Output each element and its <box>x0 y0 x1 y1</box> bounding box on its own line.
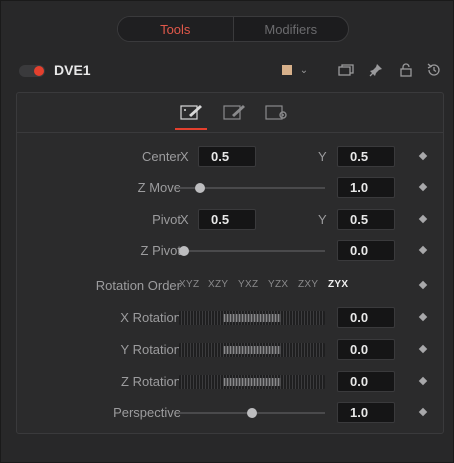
z-move-field[interactable]: 1.0 <box>337 177 395 198</box>
x-rotation-label: X Rotation <box>120 310 181 325</box>
z-rotation-field[interactable]: 0.0 <box>337 371 395 392</box>
center-label: Center <box>141 149 181 164</box>
keyframe-button[interactable] <box>418 182 428 192</box>
z-rotation-row: Z Rotation 0.0 <box>17 371 443 393</box>
pivot-row: Pivot X 0.5 Y 0.5 <box>17 209 443 231</box>
tool-name: DVE1 <box>54 62 91 78</box>
x-rotation-field[interactable]: 0.0 <box>337 307 395 328</box>
tool-enable-toggle[interactable] <box>19 65 45 77</box>
rotation-order-yzx[interactable]: YZX <box>268 279 288 290</box>
keyframe-button[interactable] <box>418 312 428 322</box>
version-icon[interactable] <box>337 60 355 80</box>
reset-icon[interactable] <box>425 60 443 80</box>
center-y-axis: Y <box>318 149 327 164</box>
perspective-field[interactable]: 1.0 <box>337 402 395 423</box>
subtab-bar <box>17 93 443 133</box>
keyframe-button[interactable] <box>418 407 428 417</box>
rotation-order-zyx[interactable]: ZYX <box>328 279 348 290</box>
mode-tabs: Tools Modifiers <box>117 16 349 42</box>
rotation-order-xzy[interactable]: XZY <box>208 279 228 290</box>
controls-panel: Center X 0.5 Y 0.5 Z Move 1.0 Pivot X 0.… <box>16 92 444 434</box>
keyframe-button[interactable] <box>418 214 428 224</box>
settings-tab-icon[interactable] <box>264 101 290 123</box>
lock-icon[interactable] <box>397 60 415 80</box>
center-row: Center X 0.5 Y 0.5 <box>17 146 443 168</box>
controls-tab-icon[interactable] <box>179 101 205 123</box>
active-subtab-indicator <box>175 128 207 130</box>
rotation-order-row: Rotation Order XYZ XZY YXZ YZX ZXY ZYX <box>17 275 443 297</box>
z-pivot-row: Z Pivot 0.0 <box>17 240 443 262</box>
y-rotation-row: Y Rotation 0.0 <box>17 339 443 361</box>
perspective-row: Perspective 1.0 <box>17 402 443 424</box>
inspector-panel: Tools Modifiers DVE1 ⌄ Center X 0.5 Y 0.… <box>0 0 454 463</box>
rotation-order-label: Rotation Order <box>95 278 181 293</box>
pivot-x-field[interactable]: 0.5 <box>198 209 256 230</box>
tab-tools[interactable]: Tools <box>118 17 234 41</box>
y-rotation-field[interactable]: 0.0 <box>337 339 395 360</box>
perspective-label: Perspective <box>113 405 181 420</box>
rotation-order-zxy[interactable]: ZXY <box>298 279 318 290</box>
y-rotation-label: Y Rotation <box>120 342 181 357</box>
keyframe-button[interactable] <box>418 280 428 290</box>
z-move-label: Z Move <box>137 180 181 195</box>
z-move-slider-knob[interactable] <box>195 183 206 193</box>
x-rotation-row: X Rotation 0.0 <box>17 307 443 329</box>
tab-modifiers[interactable]: Modifiers <box>234 17 349 41</box>
perspective-slider-knob[interactable] <box>247 408 257 418</box>
z-pivot-label: Z Pivot <box>140 243 181 258</box>
z-pivot-field[interactable]: 0.0 <box>337 240 395 261</box>
keyframe-button[interactable] <box>418 344 428 354</box>
pivot-y-axis: Y <box>318 212 327 227</box>
keyframe-button[interactable] <box>418 245 428 255</box>
center-x-field[interactable]: 0.5 <box>198 146 256 167</box>
z-move-row: Z Move 1.0 <box>17 177 443 199</box>
keyframe-button[interactable] <box>418 151 428 161</box>
pivot-label: Pivot <box>152 212 181 227</box>
rotation-order-yxz[interactable]: YXZ <box>238 279 258 290</box>
chevron-down-icon[interactable]: ⌄ <box>295 60 313 80</box>
keyframe-button[interactable] <box>418 376 428 386</box>
x-rotation-thumbwheel[interactable] <box>179 311 325 325</box>
z-rotation-label: Z Rotation <box>121 374 181 389</box>
center-x-axis: X <box>180 149 189 164</box>
mask-tab-icon[interactable] <box>222 101 248 123</box>
y-rotation-thumbwheel[interactable] <box>179 343 325 357</box>
pin-icon[interactable] <box>367 60 385 80</box>
center-y-field[interactable]: 0.5 <box>337 146 395 167</box>
z-pivot-slider-knob[interactable] <box>179 246 189 256</box>
pivot-x-axis: X <box>180 212 189 227</box>
z-pivot-slider-track[interactable] <box>179 250 325 252</box>
z-rotation-thumbwheel[interactable] <box>179 375 325 389</box>
rotation-order-xyz[interactable]: XYZ <box>179 279 199 290</box>
pivot-y-field[interactable]: 0.5 <box>337 209 395 230</box>
color-swatch[interactable] <box>282 65 292 75</box>
